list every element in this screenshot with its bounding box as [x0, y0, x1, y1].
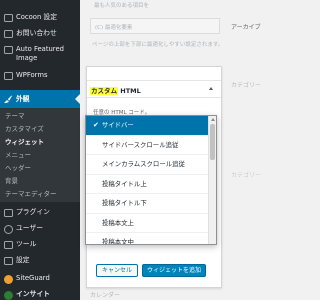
faded-text: 最も人気のある項目を — [94, 3, 150, 9]
menu-item-plugins[interactable]: プラグイン — [0, 208, 80, 220]
menu-item-auto-featured-image[interactable]: Auto Featured Image — [0, 45, 80, 67]
menu-item-wpforms[interactable]: WPForms — [0, 71, 80, 83]
menu-item-settings[interactable]: 設定 — [0, 256, 80, 268]
widget-title-rest: HTML — [118, 87, 141, 95]
menu-label: お問い合わせ — [16, 29, 57, 37]
insights-icon — [3, 290, 13, 300]
submenu-item-menus[interactable]: メニュー — [5, 151, 31, 160]
option-sidebar[interactable]: ✔ サイドバー — [86, 116, 210, 136]
option-post-body-top[interactable]: 投稿本文上 — [86, 214, 210, 233]
scrollbar-thumb[interactable] — [210, 124, 215, 160]
menu-label: インサイト — [16, 290, 50, 298]
settings-icon — [3, 256, 13, 266]
menu-label: WPForms — [16, 71, 48, 79]
plugin-icon — [3, 208, 13, 218]
submenu-item-customize[interactable]: カスタマイズ — [5, 125, 44, 134]
add-widget-button[interactable]: ウィジェットを追加 — [142, 264, 206, 277]
faded-widget-title: (C) 最適化要素 — [95, 25, 133, 31]
menu-item-appearance[interactable]: 外観 — [0, 90, 80, 108]
option-post-body-middle[interactable]: 投稿本文中 — [86, 233, 210, 244]
faded-widget-desc: ページの上部を下部に最適化しやすい設定されます。 — [92, 42, 224, 48]
checkmark-icon: ✔ — [93, 121, 99, 129]
option-post-title-top[interactable]: 投稿タイトル上 — [86, 175, 210, 194]
menu-item-tools[interactable]: ツール — [0, 240, 80, 252]
menu-label: Cocoon 設定 — [16, 13, 58, 21]
widget-title-bar[interactable]: カスタム HTML — [87, 80, 221, 98]
menu-label: プラグイン — [16, 208, 50, 216]
option-main-column-scroll[interactable]: メインカラムスクロール追従 — [86, 155, 210, 175]
menu-item-cocoon[interactable]: Cocoon 設定 — [0, 13, 80, 25]
image-icon — [3, 45, 13, 55]
menu-label: 外観 — [16, 94, 30, 103]
scroll-up-arrow-icon[interactable] — [210, 118, 215, 121]
menu-label: ツール — [16, 240, 37, 248]
sidebar-widget-areas: アーカイブ カテゴリー カテゴリー — [228, 0, 266, 300]
menu-item-siteguard[interactable]: SiteGuard — [0, 274, 80, 286]
calendar-widget-label[interactable]: カレンダー — [90, 290, 120, 299]
submenu-item-theme-editor[interactable]: テーマエディター — [5, 190, 57, 199]
menu-label: SiteGuard — [16, 274, 50, 282]
menu-item-contact[interactable]: お問い合わせ — [0, 29, 80, 41]
cocoon-icon — [3, 13, 13, 23]
menu-label: 設定 — [16, 256, 30, 264]
submenu-item-themes[interactable]: テーマ — [5, 112, 25, 121]
paintbrush-icon — [3, 94, 13, 104]
widget-item-faded: (C) 最適化要素 — [90, 18, 220, 34]
option-post-title-bottom[interactable]: 投稿タイトル下 — [86, 194, 210, 214]
admin-sidebar: Cocoon 設定 お問い合わせ Auto Featured Image WPF… — [0, 0, 80, 300]
siteguard-icon — [3, 274, 13, 284]
users-icon — [3, 224, 13, 234]
widget-area-select[interactable]: ✔ サイドバー サイドバースクロール追従 メインカラムスクロール追従 投稿タイトル… — [85, 115, 217, 245]
submenu-item-background[interactable]: 背景 — [5, 177, 18, 186]
tools-icon — [3, 240, 13, 250]
appearance-submenu: テーマ カスタマイズ ウィジェット メニュー ヘッダー 背景 テーマエディター — [0, 108, 80, 202]
option-label: サイドバー — [101, 121, 134, 129]
dropdown-scrollbar[interactable] — [208, 116, 216, 244]
current-menu-arrow — [75, 94, 80, 104]
submenu-item-header[interactable]: ヘッダー — [5, 164, 31, 173]
forms-icon — [3, 71, 13, 81]
menu-item-users[interactable]: ユーザー — [0, 224, 80, 236]
widget-title-highlight: カスタム — [90, 87, 118, 95]
widget-title: カスタム HTML — [90, 85, 141, 95]
menu-label: ユーザー — [16, 224, 44, 232]
collapse-arrow-icon[interactable] — [209, 87, 213, 90]
archive-area-label[interactable]: アーカイブ — [231, 22, 261, 31]
menu-label: Auto Featured Image — [16, 45, 64, 62]
mail-icon — [3, 29, 13, 39]
menu-item-insights[interactable]: インサイト — [0, 290, 80, 300]
category-area-label[interactable]: カテゴリー — [231, 80, 261, 89]
option-sidebar-scroll[interactable]: サイドバースクロール追従 — [86, 136, 210, 155]
submenu-item-widgets[interactable]: ウィジェット — [5, 138, 44, 147]
cancel-button[interactable]: キャンセル — [96, 264, 138, 277]
category-area-label-2[interactable]: カテゴリー — [231, 170, 261, 179]
